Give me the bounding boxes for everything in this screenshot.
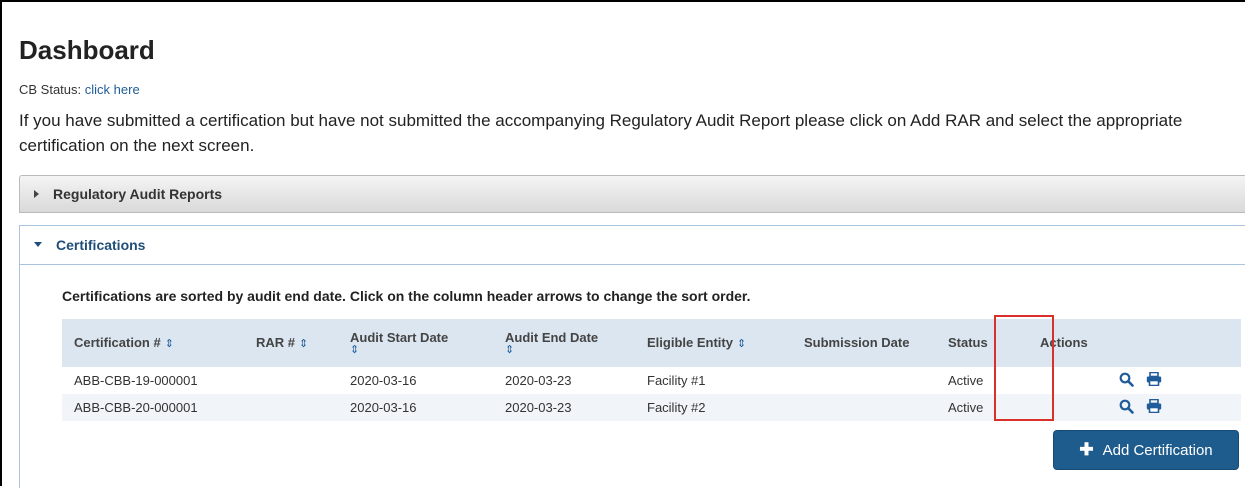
cell-status: Active xyxy=(942,394,1040,421)
cell-eligible-entity: Facility #2 xyxy=(635,394,792,421)
search-icon[interactable] xyxy=(1119,399,1134,417)
add-certification-button[interactable]: ✚ Add Certification xyxy=(1053,430,1239,470)
intro-text: If you have submitted a certification bu… xyxy=(19,111,1183,155)
panel-rar-header[interactable]: Regulatory Audit Reports xyxy=(20,176,1245,212)
cell-rar-number xyxy=(244,367,338,394)
cell-actions xyxy=(1040,394,1241,421)
caret-right-icon xyxy=(34,190,39,198)
cell-status: Active xyxy=(948,373,984,388)
col-header-rar[interactable]: RAR # ⇕ xyxy=(244,319,338,367)
cell-submission-date xyxy=(792,367,942,394)
cell-audit-start-date: 2020-03-16 xyxy=(350,373,417,388)
col-header-status: Status xyxy=(942,319,1040,367)
cell-certification-number: ABB-CBB-20-000001 xyxy=(62,394,244,421)
certifications-table: Certification # ⇕ RAR # ⇕ Audit Start Date… xyxy=(62,319,1241,421)
col-header-audit-start-date[interactable]: Audit Start Date ⇕ xyxy=(338,319,493,367)
cell-eligible-entity: Facility #1 xyxy=(647,373,706,388)
table-header-row: Certification # ⇕ RAR # ⇕ Audit Start Date… xyxy=(62,319,1241,367)
print-icon[interactable] xyxy=(1146,371,1162,389)
col-header-actions: Actions xyxy=(1040,319,1241,367)
page-title: Dashboard xyxy=(19,35,155,65)
panel-divider xyxy=(20,264,1245,265)
sort-icon[interactable]: ⇕ xyxy=(299,338,308,350)
panel-certifications-label: Certifications xyxy=(56,236,146,253)
cb-status-label: CB Status: xyxy=(19,82,82,97)
panel-regulatory-audit-reports[interactable]: Regulatory Audit Reports xyxy=(19,175,1245,213)
panel-certifications-header[interactable]: Certifications xyxy=(20,226,1245,263)
table-row: ABB-CBB-19-000001 2020-03-16 2020-03-23 … xyxy=(62,367,1241,394)
cell-certification-number: ABB-CBB-19-000001 xyxy=(74,373,198,388)
cb-status: CB Status: click here xyxy=(19,82,140,97)
col-header-audit-end-date[interactable]: Audit End Date ⇕ xyxy=(493,319,635,367)
col-header-submission-date: Submission Date xyxy=(792,319,942,367)
panel-rar-label: Regulatory Audit Reports xyxy=(53,186,223,202)
cb-status-link[interactable]: click here xyxy=(85,82,140,97)
cell-submission-date xyxy=(792,394,942,421)
caret-down-icon xyxy=(34,242,42,247)
print-icon[interactable] xyxy=(1146,398,1162,416)
sort-icon[interactable]: ⇕ xyxy=(350,344,493,356)
sort-note: Certifications are sorted by audit end d… xyxy=(62,288,751,304)
sort-icon[interactable]: ⇕ xyxy=(505,344,635,356)
sort-icon[interactable]: ⇕ xyxy=(165,338,174,350)
add-certification-label: Add Certification xyxy=(1102,441,1213,459)
col-header-eligible-entity[interactable]: Eligible Entity ⇕ xyxy=(635,319,792,367)
cell-actions xyxy=(1040,367,1241,394)
cell-audit-start-date: 2020-03-16 xyxy=(338,394,493,421)
plus-icon: ✚ xyxy=(1079,440,1094,459)
search-icon[interactable] xyxy=(1119,372,1134,390)
col-header-certification[interactable]: Certification # ⇕ xyxy=(62,319,244,367)
cell-rar-number xyxy=(244,394,338,421)
cell-audit-end-date: 2020-03-23 xyxy=(505,373,572,388)
table-row: ABB-CBB-20-000001 2020-03-16 2020-03-23 … xyxy=(62,394,1241,421)
sort-icon[interactable]: ⇕ xyxy=(737,338,746,350)
cell-audit-end-date: 2020-03-23 xyxy=(493,394,635,421)
